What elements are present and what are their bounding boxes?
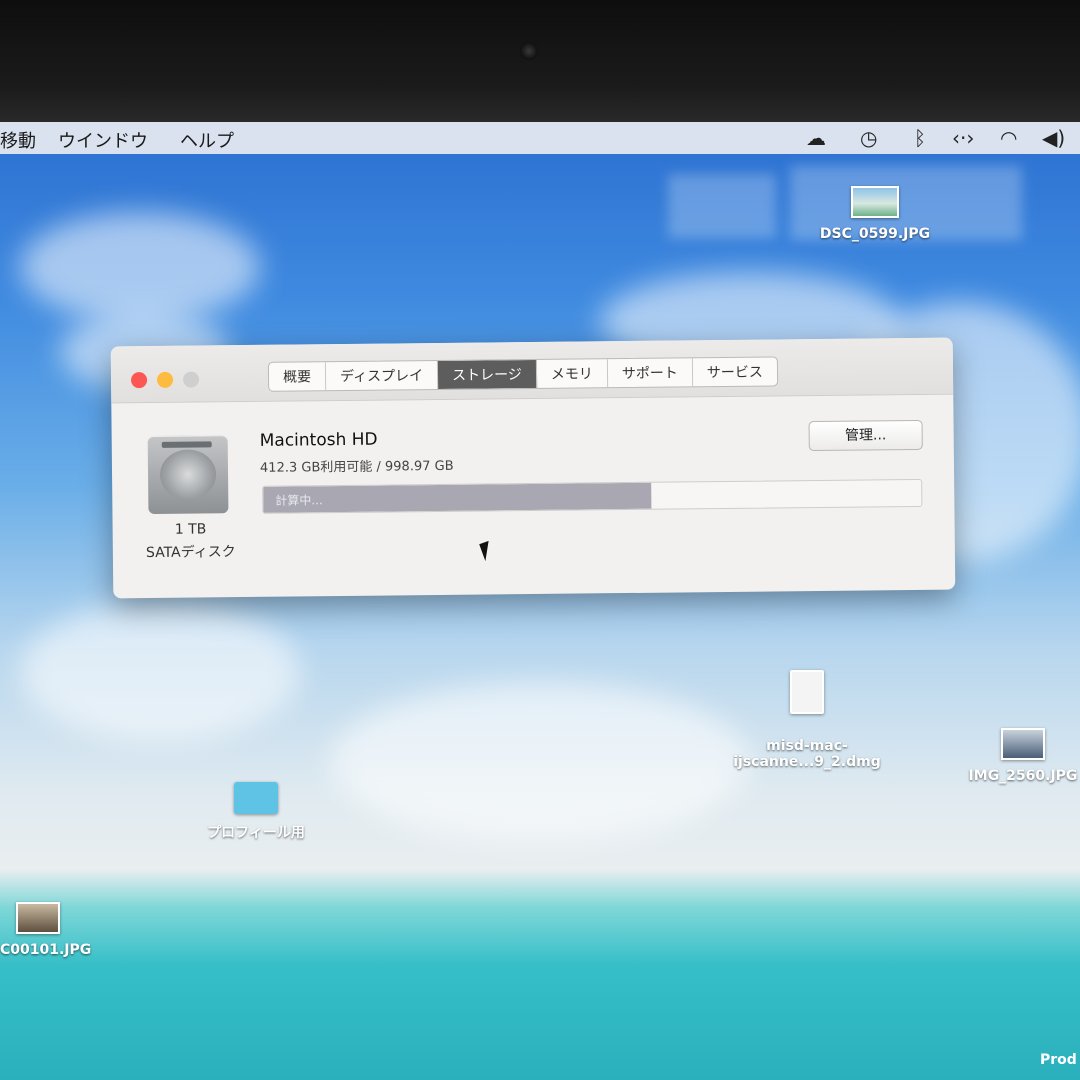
storage-bar-label: 計算中...: [275, 493, 323, 508]
cloud: [330, 682, 750, 842]
volume-info: 412.3 GB利用可能 / 998.97 GB: [259, 458, 454, 476]
title-bar: 概要 ディスプレイ ストレージ メモリ サポート サービス: [110, 337, 954, 404]
icon-label: misd-mac- ijscanne...9_2.dmg: [733, 738, 881, 770]
code-icon[interactable]: ‹·›: [952, 126, 974, 150]
folder-icon: [234, 782, 278, 814]
menu-window[interactable]: ウインドウ: [58, 127, 148, 153]
dmg-file-icon: [790, 670, 824, 714]
zoom-button[interactable]: [182, 371, 200, 388]
image-file-icon: [851, 186, 899, 218]
icon-label: C00101.JPG: [0, 942, 92, 958]
desktop: 移動 ウインドウ ヘルプ ☁ ◷ ᛒ ‹·› ◠ ◀) DSC_0599.JPG…: [0, 122, 1080, 1080]
hard-disk-icon: [147, 435, 229, 515]
tab-memory[interactable]: メモリ: [536, 359, 608, 388]
desktop-icon-dmg[interactable]: misd-mac- ijscanne...9_2.dmg: [722, 654, 892, 770]
volume-icon[interactable]: ◀): [1042, 126, 1065, 150]
desktop-icon-folder[interactable]: プロフィール用: [186, 782, 326, 842]
cloud-upload-icon[interactable]: ☁: [806, 126, 826, 150]
corner-label: Prod: [1040, 1052, 1077, 1068]
time-machine-icon[interactable]: ◷: [860, 126, 877, 150]
desktop-icon-img2560[interactable]: IMG_2560.JPG: [948, 728, 1080, 784]
tab-display[interactable]: ディスプレイ: [325, 360, 439, 391]
camera-icon: [520, 42, 538, 60]
menu-help[interactable]: ヘルプ: [180, 127, 234, 153]
disk-type: SATAディスク: [145, 544, 236, 562]
tab-storage[interactable]: ストレージ: [437, 359, 537, 389]
image-file-icon: [1001, 728, 1045, 760]
disk-capacity: 1 TB: [174, 521, 207, 538]
icon-label: プロフィール用: [207, 825, 305, 841]
wifi-icon[interactable]: ◠: [1000, 126, 1017, 150]
icon-label: DSC_0599.JPG: [819, 226, 931, 242]
cloud: [20, 602, 300, 742]
bluetooth-icon[interactable]: ᛒ: [914, 126, 926, 150]
screen-reflection: [668, 174, 776, 238]
menu-go[interactable]: 移動: [0, 127, 36, 153]
tab-overview[interactable]: 概要: [268, 362, 327, 391]
tab-support[interactable]: サポート: [607, 358, 693, 388]
laptop-bezel: [0, 0, 1080, 125]
manage-button[interactable]: 管理...: [808, 419, 923, 452]
image-file-icon: [16, 902, 60, 934]
close-button[interactable]: [130, 372, 148, 389]
volume-name: Macintosh HD: [259, 429, 378, 451]
tab-service[interactable]: サービス: [693, 357, 777, 386]
minimize-button[interactable]: [156, 371, 174, 388]
about-this-mac-window: 概要 ディスプレイ ストレージ メモリ サポート サービス 1 TB SATAデ…: [110, 337, 956, 599]
storage-bar: 計算中...: [262, 478, 923, 514]
desktop-icon-dsc0599[interactable]: DSC_0599.JPG: [800, 186, 950, 242]
cloud: [20, 212, 260, 322]
disk-platter: [159, 449, 217, 500]
desktop-icon-c00101[interactable]: C00101.JPG: [0, 902, 110, 958]
disk-slot: [161, 441, 212, 448]
icon-label: IMG_2560.JPG: [968, 768, 1078, 784]
tab-bar: 概要 ディスプレイ ストレージ メモリ サポート サービス: [267, 356, 778, 392]
menu-bar: 移動 ウインドウ ヘルプ ☁ ◷ ᛒ ‹·› ◠ ◀): [0, 122, 1080, 154]
